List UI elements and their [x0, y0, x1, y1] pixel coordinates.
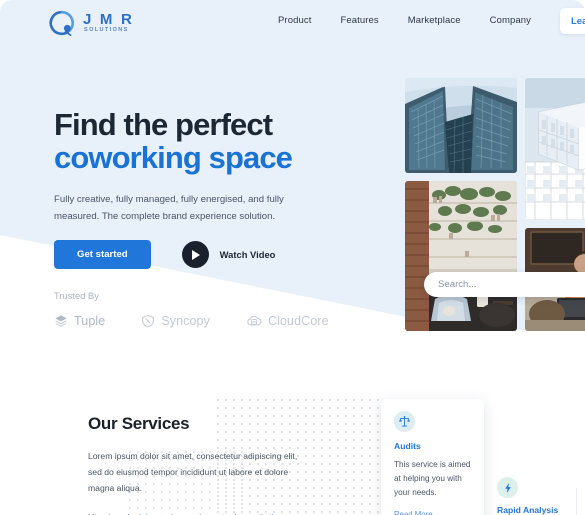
get-started-button[interactable]: Get started — [54, 240, 151, 269]
trusted-brand-cloudcore: CloudCore — [246, 314, 329, 328]
trusted-by-title: Trusted By — [54, 290, 99, 301]
search-input[interactable] — [438, 279, 585, 290]
gallery-image-white-architecture[interactable] — [525, 78, 585, 220]
shield-icon — [142, 314, 155, 328]
lightning-bolt-icon — [497, 477, 518, 498]
gallery-image-glass-building[interactable] — [405, 78, 517, 173]
page-root: J M R SOLUTIONS Product Features Marketp… — [0, 0, 585, 515]
trusted-brand-name: Syncopy — [161, 314, 210, 328]
hero-actions: Get started Watch Video — [54, 240, 275, 269]
search-box[interactable] — [424, 272, 585, 297]
brand-tagline: SOLUTIONS — [84, 27, 129, 34]
gallery-image-cafe-lounge[interactable] — [405, 181, 517, 331]
layers-icon — [55, 315, 67, 327]
cloud-server-icon — [247, 315, 262, 326]
nav-item-marketplace[interactable]: Marketplace — [408, 15, 461, 26]
brand-logo[interactable]: J M R SOLUTIONS — [48, 9, 134, 37]
rapid-analysis-card[interactable]: Rapid Analysis — [497, 477, 558, 515]
services-paragraph-2: Ut enim ad minim veniam, quis nostrud ex… — [88, 510, 300, 515]
services-section: Our Services Lorem ipsum dolor sit amet,… — [88, 414, 300, 515]
hero-subtitle: Fully creative, fully managed, fully ene… — [54, 194, 284, 223]
trusted-brand-syncopy: Syncopy — [141, 314, 210, 328]
audits-card-description: This service is aimed at helping you wit… — [394, 460, 471, 498]
trusted-brand-name: CloudCore — [267, 314, 329, 328]
brand-name: J M R — [83, 11, 135, 29]
nav-item-features[interactable]: Features — [340, 15, 378, 26]
play-icon — [181, 241, 209, 268]
page-right-edge — [576, 488, 585, 515]
trusted-brand-list: Tuple Syncopy CloudCore — [54, 314, 329, 328]
hero-copy: Find the perfect coworking space Fully c… — [54, 108, 384, 226]
trusted-brand-tuple: Tuple — [54, 314, 105, 328]
ring-logo-icon — [49, 10, 75, 37]
audits-service-card[interactable]: Audits This service is aimed at helping … — [381, 399, 484, 515]
hero-title-line2: coworking space — [54, 140, 293, 176]
hero-white-base — [0, 330, 585, 356]
hero-title: Find the perfect coworking space — [54, 108, 384, 174]
trusted-by-section: Trusted By Tuple Syncopy CloudCore — [54, 290, 329, 328]
watch-video-button[interactable]: Watch Video — [181, 241, 276, 268]
services-paragraph-1: Lorem ipsum dolor sit amet, consectetur … — [88, 451, 298, 493]
navbar: J M R SOLUTIONS Product Features Marketp… — [0, 0, 585, 45]
nav-links: Product Features Marketplace Company — [278, 15, 531, 26]
rapid-analysis-title: Rapid Analysis — [497, 505, 559, 515]
watch-video-label: Watch Video — [219, 249, 276, 260]
services-heading: Our Services — [88, 414, 190, 433]
nav-item-company[interactable]: Company — [490, 15, 531, 26]
nav-item-product[interactable]: Product — [278, 15, 311, 26]
brand-wordmark: J M R SOLUTIONS — [83, 12, 134, 34]
nav-cta-button[interactable]: Learn More — [560, 8, 585, 34]
audits-card-title: Audits — [394, 441, 421, 451]
scales-balance-icon — [394, 411, 415, 432]
audits-read-more-link[interactable]: Read More → — [394, 510, 471, 515]
trusted-brand-name: Tuple — [74, 314, 106, 328]
hero-title-line1: Find the perfect — [54, 107, 273, 142]
